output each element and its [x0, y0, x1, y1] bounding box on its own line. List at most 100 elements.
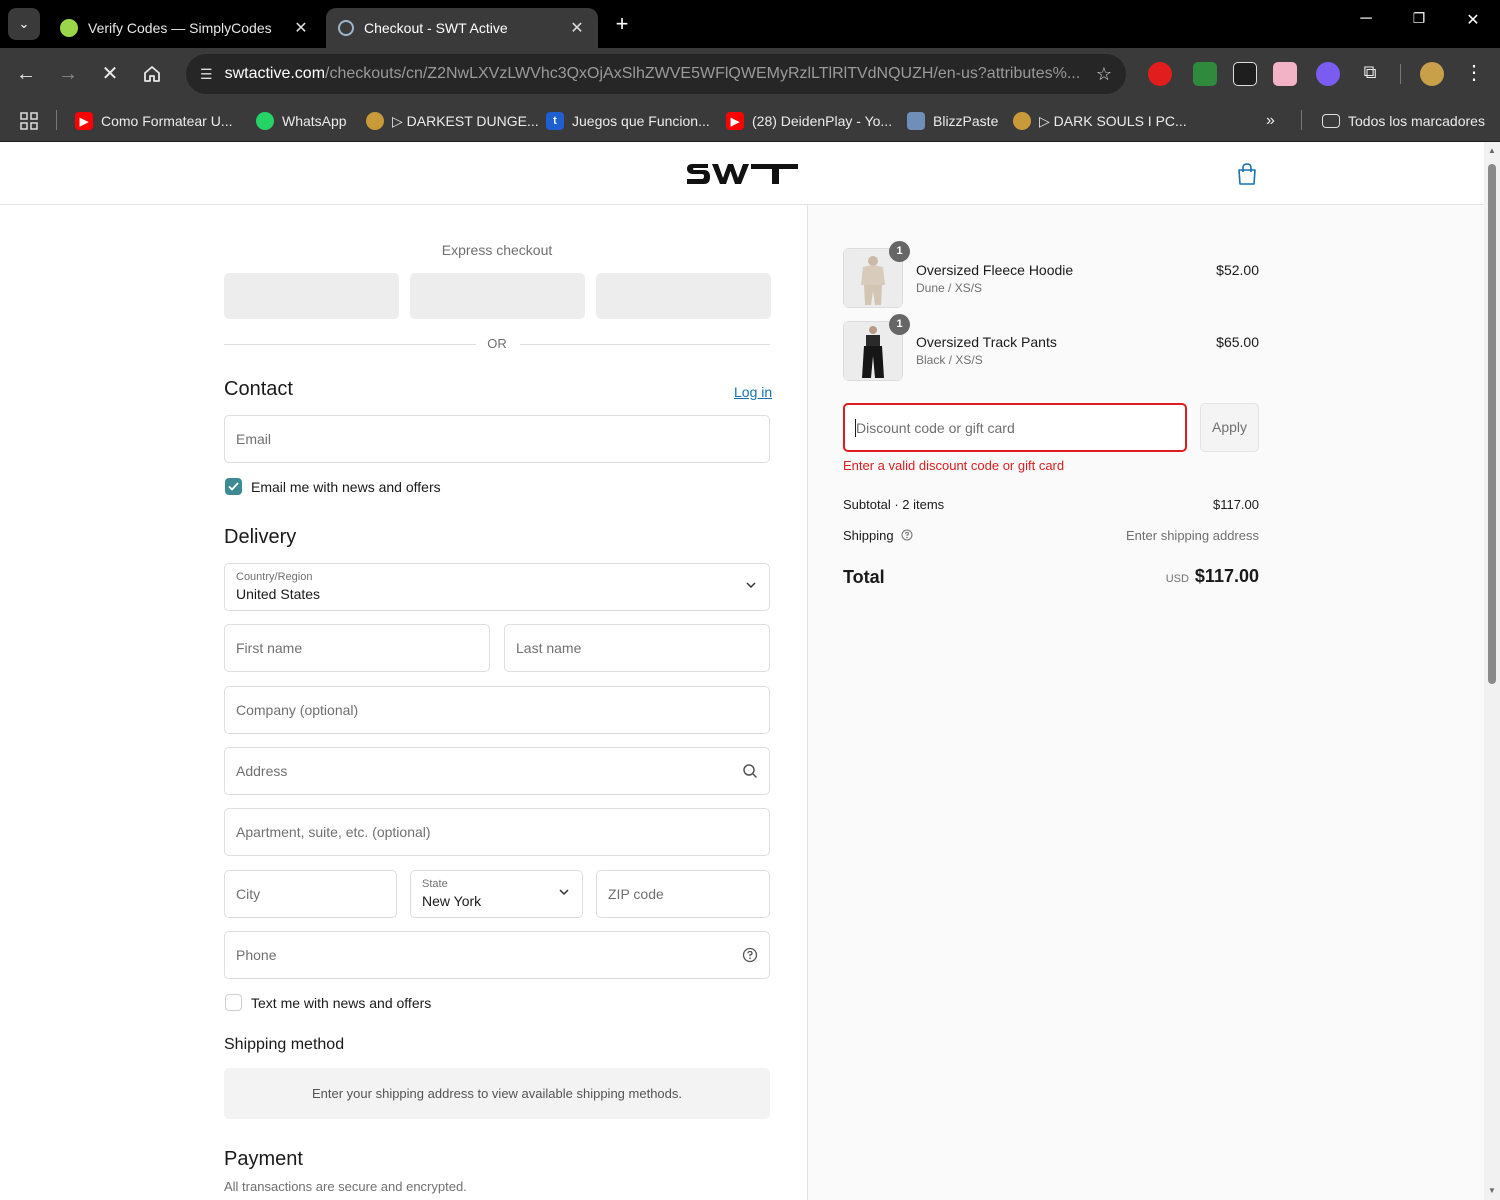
home-icon[interactable]: [138, 60, 166, 88]
apartment-field[interactable]: Apartment, suite, etc. (optional): [224, 808, 770, 856]
scroll-up-arrow-icon[interactable]: ▲: [1487, 146, 1497, 155]
blizzpaste-icon: [907, 112, 925, 130]
email-news-checkbox[interactable]: [225, 478, 242, 495]
site-settings-icon[interactable]: ☰: [200, 66, 213, 83]
login-link[interactable]: Log in: [734, 384, 772, 400]
address-bar[interactable]: ☰ swtactive.com/checkouts/cn/Z2NwLXVzLWV…: [186, 54, 1126, 94]
minimize-window-button[interactable]: ─: [1351, 10, 1381, 28]
city-field[interactable]: City: [224, 870, 397, 918]
extensions-puzzle-icon[interactable]: ⧉: [1358, 62, 1382, 86]
youtube-icon: ▶: [75, 112, 93, 130]
contact-heading: Contact: [224, 378, 293, 400]
subtotal-label: Subtotal · 2 items: [843, 497, 945, 512]
bookmark-item[interactable]: ▷ DARK SOULS I PC...: [1013, 108, 1187, 134]
url-text[interactable]: swtactive.com/checkouts/cn/Z2NwLXVzLWVhc…: [225, 65, 1096, 83]
tab-simplycodes[interactable]: Verify Codes — SimplyCodes ✕: [48, 8, 322, 48]
last-name-field[interactable]: Last name: [504, 624, 770, 672]
shopping-bag-icon[interactable]: [1236, 162, 1258, 186]
item-price: $52.00: [1216, 262, 1259, 278]
address-field[interactable]: Address: [224, 747, 770, 795]
bookmarks-divider: [56, 110, 57, 130]
apps-grid-icon[interactable]: [20, 108, 38, 134]
swt-logo[interactable]: [686, 160, 799, 187]
search-icon: [743, 764, 758, 779]
bookmark-item[interactable]: WhatsApp: [256, 108, 347, 134]
quantity-badge: 1: [889, 314, 910, 335]
bookmark-item[interactable]: t Juegos que Funcion...: [546, 108, 710, 134]
browser-tab-strip: ⌄ Verify Codes — SimplyCodes ✕ Checkout …: [0, 0, 1500, 48]
folder-icon: [1322, 114, 1340, 128]
scrollbar-thumb[interactable]: [1488, 164, 1496, 684]
divider-line: [224, 344, 476, 345]
loading-spinner-icon: [338, 20, 354, 36]
subtotal-value: $117.00: [1212, 497, 1259, 512]
scroll-down-arrow-icon[interactable]: ▼: [1487, 1186, 1497, 1195]
bookmark-item[interactable]: ▶ Como Formatear U...: [75, 108, 232, 134]
bookmark-item[interactable]: ▶ (28) DeidenPlay - Yo...: [726, 108, 892, 134]
back-arrow-icon[interactable]: ←: [12, 60, 40, 88]
express-pay-button-3[interactable]: [596, 273, 771, 319]
email-field[interactable]: Email: [224, 415, 770, 463]
tab-search-button[interactable]: ⌄: [8, 8, 40, 40]
shipping-label-row: Shipping: [843, 528, 913, 543]
stop-loading-icon[interactable]: ✕: [96, 60, 124, 88]
divider-line: [520, 344, 770, 345]
currency-code: USD: [1165, 573, 1189, 585]
country-select[interactable]: Country/Region United States: [224, 563, 770, 611]
game-avatar-icon: [1013, 112, 1031, 130]
page-scrollbar[interactable]: ▲ ▼: [1484, 142, 1500, 1200]
more-bookmarks-button[interactable]: »: [1266, 108, 1275, 134]
apply-discount-button[interactable]: Apply: [1200, 403, 1259, 452]
express-pay-button-2[interactable]: [410, 273, 585, 319]
game-avatar-icon: [366, 112, 384, 130]
shipping-label: Shipping: [843, 528, 894, 543]
help-circle-icon[interactable]: [742, 947, 758, 963]
youtube-icon: ▶: [726, 112, 744, 130]
close-window-button[interactable]: ✕: [1458, 10, 1488, 30]
item-name: Oversized Fleece Hoodie: [916, 262, 1074, 278]
profile-avatar[interactable]: [1420, 62, 1444, 86]
pink-extension-icon[interactable]: [1273, 62, 1297, 86]
total-amount: USD $117.00: [1000, 566, 1259, 587]
discount-code-input[interactable]: Discount code or gift card: [843, 403, 1187, 452]
close-tab-icon[interactable]: ✕: [568, 18, 586, 38]
all-bookmarks-folder[interactable]: Todos los marcadores: [1322, 108, 1485, 134]
chevron-down-icon: [746, 582, 756, 589]
first-name-field[interactable]: First name: [224, 624, 490, 672]
help-circle-icon[interactable]: [901, 529, 913, 541]
company-field[interactable]: Company (optional): [224, 686, 770, 734]
forward-arrow-icon[interactable]: →: [54, 60, 82, 88]
phone-field[interactable]: Phone: [224, 931, 770, 979]
checkout-header: [0, 142, 1484, 205]
adblock-extension-icon[interactable]: [1148, 62, 1172, 86]
taringa-icon: t: [546, 112, 564, 130]
bookmark-item[interactable]: BlizzPaste: [907, 108, 998, 134]
bookmark-star-icon[interactable]: ☆: [1096, 64, 1112, 85]
tab-extension-icon[interactable]: [1233, 62, 1257, 86]
close-tab-icon[interactable]: ✕: [292, 18, 310, 38]
bookmark-item[interactable]: ▷ DARKEST DUNGE...: [366, 108, 539, 134]
checkout-page: Express checkout OR Contact Log in Email…: [0, 142, 1484, 1200]
bookmarks-bar: ▶ Como Formatear U... WhatsApp ▷ DARKEST …: [0, 100, 1500, 142]
simplycodes-favicon-icon: [60, 19, 78, 37]
vpn-extension-icon[interactable]: [1193, 62, 1217, 86]
email-news-label: Email me with news and offers: [251, 479, 441, 495]
restore-window-button[interactable]: ❐: [1404, 10, 1434, 27]
state-select[interactable]: State New York: [410, 870, 583, 918]
new-tab-button[interactable]: +: [608, 10, 636, 38]
browser-toolbar: ← → ✕ ☰ swtactive.com/checkouts/cn/Z2NwL…: [0, 48, 1500, 135]
tab-title: Verify Codes — SimplyCodes: [88, 20, 272, 36]
delivery-heading: Delivery: [224, 526, 297, 548]
shipping-method-notice: Enter your shipping address to view avai…: [224, 1068, 770, 1119]
whatsapp-icon: [256, 112, 274, 130]
item-variant: Black / XS/S: [916, 353, 983, 367]
browser-menu-icon[interactable]: ⋮: [1464, 60, 1484, 85]
tab-title: Checkout - SWT Active: [364, 20, 508, 36]
text-news-checkbox[interactable]: [225, 994, 242, 1011]
zip-code-field[interactable]: ZIP code: [596, 870, 770, 918]
tab-checkout[interactable]: Checkout - SWT Active ✕: [326, 8, 598, 48]
item-name: Oversized Track Pants: [916, 334, 1057, 350]
payment-security-note: All transactions are secure and encrypte…: [224, 1179, 467, 1194]
express-pay-button-1[interactable]: [224, 273, 399, 319]
purple-extension-icon[interactable]: [1316, 62, 1340, 86]
